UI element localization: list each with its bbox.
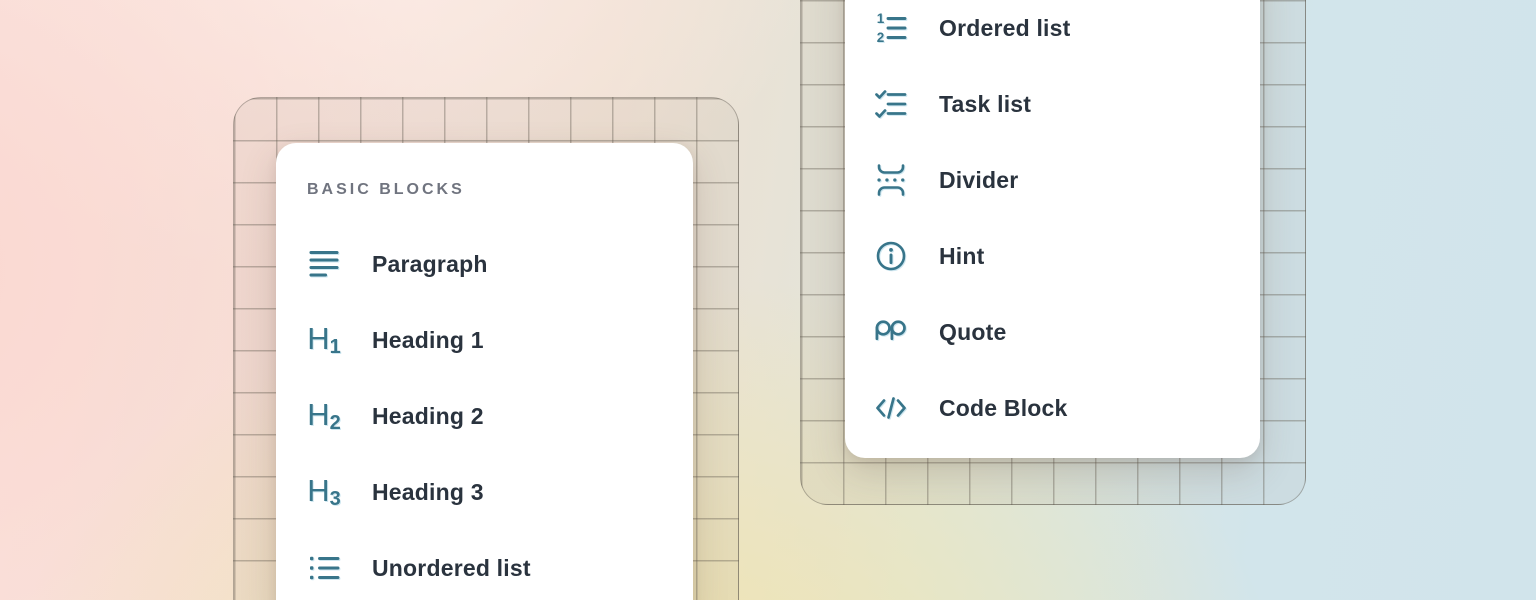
menu-item-unordered-list[interactable]: Unordered list <box>307 530 693 600</box>
heading-3-icon: H3 <box>307 475 341 509</box>
unordered-list-icon <box>307 551 341 585</box>
menu-item-label: Divider <box>939 167 1018 194</box>
menu-item-label: Unordered list <box>372 555 531 582</box>
quote-icon <box>874 315 908 349</box>
menu-item-label: Code Block <box>939 395 1068 422</box>
menu-item-paragraph[interactable]: Paragraph <box>307 226 693 302</box>
menu-item-label: Heading 2 <box>372 403 484 430</box>
svg-text:1: 1 <box>877 11 885 26</box>
hint-icon <box>874 239 908 273</box>
ordered-list-icon: 1 2 <box>874 11 908 45</box>
basic-blocks-section-label: BASIC BLOCKS <box>307 181 693 199</box>
advanced-blocks-item-list: 1 2 Ordered list Task list Divider Hint … <box>874 0 1260 446</box>
menu-item-ordered-list[interactable]: 1 2 Ordered list <box>874 0 1260 66</box>
menu-item-label: Ordered list <box>939 15 1071 42</box>
editor-hero-background: BASIC BLOCKS Paragraph H1 Heading 1 H2 Headi… <box>0 0 1536 600</box>
menu-item-quote[interactable]: Quote <box>874 294 1260 370</box>
paragraph-icon <box>307 247 341 281</box>
menu-item-label: Task list <box>939 91 1031 118</box>
menu-item-label: Heading 1 <box>372 327 484 354</box>
basic-blocks-item-list: Paragraph H1 Heading 1 H2 Heading 2 H3 Heading… <box>307 226 693 600</box>
menu-item-heading-1[interactable]: H1 Heading 1 <box>307 302 693 378</box>
divider-icon <box>874 163 908 197</box>
advanced-blocks-menu: 1 2 Ordered list Task list Divider Hint … <box>845 0 1260 458</box>
menu-item-task-list[interactable]: Task list <box>874 66 1260 142</box>
svg-text:2: 2 <box>877 30 885 45</box>
menu-item-code-block[interactable]: Code Block <box>874 370 1260 446</box>
heading-2-icon: H2 <box>307 399 341 433</box>
basic-blocks-menu: BASIC BLOCKS Paragraph H1 Heading 1 H2 Headi… <box>276 143 693 600</box>
menu-item-heading-3[interactable]: H3 Heading 3 <box>307 454 693 530</box>
menu-item-hint[interactable]: Hint <box>874 218 1260 294</box>
menu-item-divider[interactable]: Divider <box>874 142 1260 218</box>
code-block-icon <box>874 391 908 425</box>
menu-item-label: Heading 3 <box>372 479 484 506</box>
heading-1-icon: H1 <box>307 323 341 357</box>
task-list-icon <box>874 87 908 121</box>
menu-item-label: Quote <box>939 319 1006 346</box>
menu-item-heading-2[interactable]: H2 Heading 2 <box>307 378 693 454</box>
menu-item-label: Hint <box>939 243 985 270</box>
menu-item-label: Paragraph <box>372 251 488 278</box>
